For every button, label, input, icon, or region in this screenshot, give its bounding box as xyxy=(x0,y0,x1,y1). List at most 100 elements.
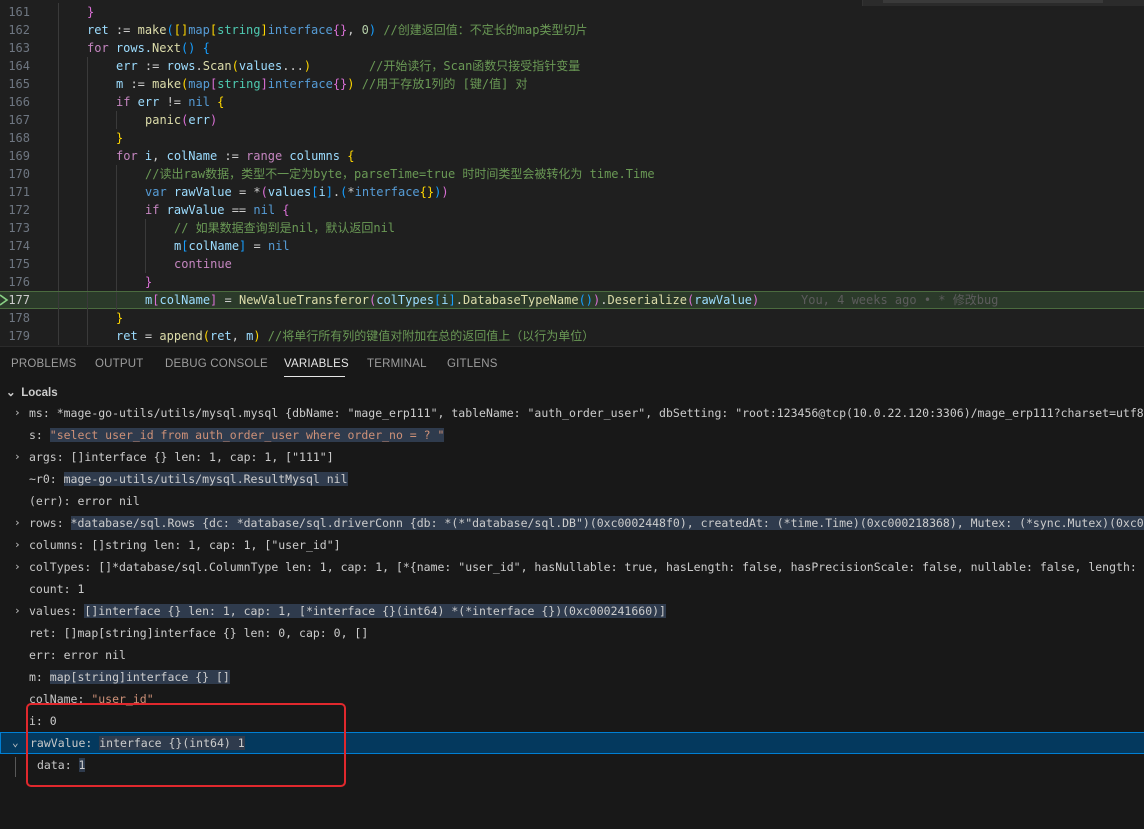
variable-row[interactable]: s: "select user_id from auth_order_user … xyxy=(0,424,1144,446)
code-line[interactable]: 164 err := rows.Scan(values...) //开始读行，Sc… xyxy=(0,57,1144,75)
variable-row[interactable]: › values: []interface {} len: 1, cap: 1, … xyxy=(0,600,1144,622)
variable-row[interactable]: err: error nil xyxy=(0,644,1144,666)
variable-row[interactable]: › columns: []string len: 1, cap: 1, ["use… xyxy=(0,534,1144,556)
line-source[interactable]: for i, colName := range columns { xyxy=(116,147,354,165)
code-line[interactable]: 172 if rawValue == nil { xyxy=(0,201,1144,219)
chevron-right-icon[interactable]: › xyxy=(14,600,24,622)
tab-gitlens[interactable]: GITLENS xyxy=(447,358,498,370)
chevron-right-icon[interactable]: › xyxy=(14,446,24,468)
code-line[interactable]: 177 m[colName] = NewValueTransferor(colTy… xyxy=(0,291,1144,310)
code-token: nil xyxy=(267,239,290,253)
variable-row[interactable]: ⌄ rawValue: interface {}(int64) 1 xyxy=(0,732,1144,754)
line-number[interactable]: 177 xyxy=(0,292,30,308)
chevron-right-icon[interactable]: › xyxy=(14,512,24,534)
line-number[interactable]: 170 xyxy=(0,165,30,183)
line-number[interactable]: 165 xyxy=(0,75,30,93)
line-number[interactable]: 172 xyxy=(0,201,30,219)
tab-debug-console[interactable]: DEBUG CONSOLE xyxy=(165,358,268,370)
variable-row[interactable]: data: 1 xyxy=(0,754,1144,776)
variable-row[interactable]: m: map[string]interface {} [] xyxy=(0,666,1144,688)
line-source[interactable]: for rows.Next() { xyxy=(87,39,210,57)
line-source[interactable]: if err != nil { xyxy=(116,93,224,111)
tab-output[interactable]: OUTPUT xyxy=(95,358,143,370)
line-number[interactable]: 162 xyxy=(0,21,30,39)
chevron-right-icon[interactable]: › xyxy=(14,534,24,556)
code-line[interactable]: 171 var rawValue = *(values[i].(*interfac… xyxy=(0,183,1144,201)
line-number[interactable]: 175 xyxy=(0,255,30,273)
line-source[interactable]: } xyxy=(145,273,152,291)
line-number[interactable]: 179 xyxy=(0,327,30,345)
code-line[interactable]: 163 for rows.Next() { xyxy=(0,39,1144,57)
code-line[interactable]: 178} xyxy=(0,309,1144,327)
line-source[interactable]: } xyxy=(87,3,94,21)
line-number[interactable]: 176 xyxy=(0,273,30,291)
code-line[interactable]: 175 continue xyxy=(0,255,1144,273)
code-line[interactable]: 174 m[colName] = nil xyxy=(0,237,1144,255)
variable-row[interactable]: ~r0: mage-go-utils/utils/mysql.ResultMys… xyxy=(0,468,1144,490)
code-line[interactable]: 176} xyxy=(0,273,1144,291)
tab-problems[interactable]: PROBLEMS xyxy=(11,358,77,370)
code-token: //创建返回值：不定长的map类型切片 xyxy=(383,23,588,37)
line-source[interactable]: } xyxy=(116,309,123,327)
code-line[interactable]: 162 ret := make([]map[string]interface{},… xyxy=(0,21,1144,39)
variable-row[interactable]: › colTypes: []*database/sql.ColumnType le… xyxy=(0,556,1144,578)
code-line[interactable]: 169 for i, colName := range columns { xyxy=(0,147,1144,165)
code-token: = xyxy=(217,293,239,307)
line-number[interactable]: 178 xyxy=(0,309,30,327)
line-source[interactable]: m[colName] = nil xyxy=(174,237,290,255)
code-line[interactable]: 161} xyxy=(0,3,1144,21)
line-source[interactable]: err := rows.Scan(values...) //开始读行，Scan函… xyxy=(116,57,580,75)
line-source[interactable]: if rawValue == nil { xyxy=(145,201,290,219)
code-line[interactable]: 179 ret = append(ret, m) //将单行所有列的键值对附加在总… xyxy=(0,327,1144,345)
code-token: { xyxy=(209,95,225,109)
line-number[interactable]: 167 xyxy=(0,111,30,129)
line-number[interactable]: 166 xyxy=(0,93,30,111)
code-editor[interactable]: 161} 162 ret := make([]map[string]interfac… xyxy=(0,0,1144,346)
line-number[interactable]: 169 xyxy=(0,147,30,165)
code-line[interactable]: 165 m := make(map[string]interface{}) //用… xyxy=(0,75,1144,93)
variable-name: args: xyxy=(29,450,71,464)
line-source[interactable]: // 如果数据查询到是nil，默认返回nil xyxy=(174,219,395,237)
variable-name: ~r0: xyxy=(29,472,64,486)
line-number[interactable]: 164 xyxy=(0,57,30,75)
variable-row[interactable]: › ms: *mage-go-utils/utils/mysql.mysql {d… xyxy=(0,402,1144,424)
line-source[interactable]: } xyxy=(116,129,123,147)
variable-row[interactable]: (err): error nil xyxy=(0,490,1144,512)
line-source[interactable]: ret := make([]map[string]interface{}, 0)… xyxy=(87,21,587,39)
line-number[interactable]: 173 xyxy=(0,219,30,237)
line-number[interactable]: 168 xyxy=(0,129,30,147)
variable-value: 1 xyxy=(77,582,85,596)
variable-row[interactable]: i: 0 xyxy=(0,710,1144,732)
code-token: ret xyxy=(209,329,232,343)
code-line[interactable]: 170 //读出raw数据，类型不一定为byte，parseTime=true 时… xyxy=(0,165,1144,183)
line-number[interactable]: 171 xyxy=(0,183,30,201)
chevron-right-icon[interactable]: › xyxy=(14,556,24,578)
line-source[interactable]: ret = append(ret, m) //将单行所有列的键值对附加在总的返回… xyxy=(116,327,594,345)
indent-guide xyxy=(58,111,59,129)
variable-row[interactable]: count: 1 xyxy=(0,578,1144,600)
line-source[interactable]: continue xyxy=(174,255,232,273)
variable-row[interactable]: colName: "user_id" xyxy=(0,688,1144,710)
tab-variables[interactable]: VARIABLES xyxy=(284,358,349,370)
chevron-right-icon[interactable]: › xyxy=(14,402,24,424)
code-line[interactable]: 167 panic(err) xyxy=(0,111,1144,129)
line-source[interactable]: m := make(map[string]interface{}) //用于存放… xyxy=(116,75,528,93)
line-number[interactable]: 161 xyxy=(0,3,30,21)
code-line[interactable]: 168} xyxy=(0,129,1144,147)
line-source[interactable]: //读出raw数据，类型不一定为byte，parseTime=true 时时间类… xyxy=(145,165,655,183)
line-number[interactable]: 174 xyxy=(0,237,30,255)
tab-terminal[interactable]: TERMINAL xyxy=(367,358,427,370)
git-blame-annotation[interactable]: You, 4 weeks ago • * 修改bug xyxy=(801,292,998,308)
line-source[interactable]: m[colName] = NewValueTransferor(colTypes… xyxy=(145,292,759,308)
line-source[interactable]: panic(err) xyxy=(145,111,217,129)
line-number[interactable]: 163 xyxy=(0,39,30,57)
line-source[interactable]: var rawValue = *(values[i].(*interface{}… xyxy=(145,183,449,201)
variable-row[interactable]: › args: []interface {} len: 1, cap: 1, ["… xyxy=(0,446,1144,468)
code-line[interactable]: 173 // 如果数据查询到是nil，默认返回nil xyxy=(0,219,1144,237)
code-token: colName xyxy=(188,239,240,253)
variable-row[interactable]: ret: []map[string]interface {} len: 0, c… xyxy=(0,622,1144,644)
locals-section-header[interactable]: ⌄ Locals xyxy=(6,385,58,399)
code-line[interactable]: 166 if err != nil { xyxy=(0,93,1144,111)
variable-row[interactable]: › rows: *database/sql.Rows {dc: *database… xyxy=(0,512,1144,534)
chevron-down-icon[interactable]: ⌄ xyxy=(12,733,22,753)
